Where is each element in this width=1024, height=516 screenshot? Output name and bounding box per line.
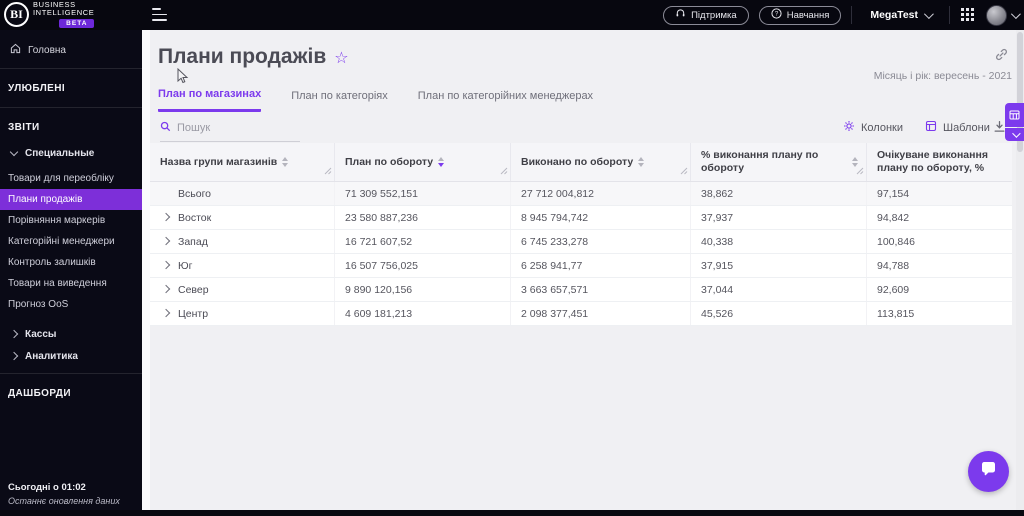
expand-row-icon[interactable] bbox=[161, 236, 171, 246]
sidebar-item-home[interactable]: Головна bbox=[0, 38, 142, 62]
table-header-row: Назва групи магазинів План по обороту Ви… bbox=[150, 143, 1012, 182]
chevron-down-icon bbox=[923, 8, 934, 19]
last-update-caption: Останнє оновлення даних bbox=[8, 496, 120, 506]
search-box bbox=[160, 119, 300, 142]
expand-row-icon[interactable] bbox=[161, 308, 171, 318]
chevron-right-icon bbox=[9, 329, 19, 339]
search-icon bbox=[160, 119, 171, 137]
sort-desc-icon[interactable] bbox=[438, 157, 445, 167]
brand-name-line2: INTELLIGENCE bbox=[33, 8, 95, 17]
sidebar-section-favorites[interactable]: УЛЮБЛЕНІ bbox=[0, 75, 142, 101]
training-button[interactable]: ? Навчання bbox=[758, 5, 842, 25]
resize-handle[interactable] bbox=[680, 166, 688, 179]
last-update-info: Сьогодні о 01:02 Останнє оновлення даних bbox=[8, 482, 120, 506]
column-header-percent-plan[interactable]: % виконання плану по обороту bbox=[691, 143, 867, 181]
chat-button[interactable] bbox=[968, 451, 1009, 492]
sidebar-group-analytics[interactable]: Аналитика bbox=[0, 345, 142, 367]
flyout-collapse-button[interactable] bbox=[1005, 128, 1024, 141]
favorite-star-icon[interactable]: ☆ bbox=[334, 48, 348, 67]
column-header-plan-turnover[interactable]: План по обороту bbox=[335, 143, 511, 181]
table-row[interactable]: Юг 16 507 756,025 6 258 941,77 37,915 94… bbox=[150, 254, 1012, 278]
last-update-time: Сьогодні о 01:02 bbox=[8, 482, 86, 493]
sidebar-item-report-selected[interactable]: Плани продажів bbox=[0, 189, 142, 210]
column-header-actual-turnover[interactable]: Виконано по обороту bbox=[511, 143, 691, 181]
headset-icon bbox=[675, 8, 686, 22]
expand-row-icon[interactable] bbox=[161, 212, 171, 222]
topbar: BI BUSINESS INTELLIGENCE BETA Підтримка … bbox=[0, 0, 1024, 30]
sidebar-group-kassy[interactable]: Кассы bbox=[0, 323, 142, 345]
sort-icon[interactable] bbox=[282, 157, 289, 167]
expand-row-icon[interactable] bbox=[161, 260, 171, 270]
view-flyout bbox=[1005, 103, 1024, 141]
brand-logo-icon: BI bbox=[4, 2, 29, 27]
column-header-expected-percent[interactable]: Очікуване виконання плану по обороту, % bbox=[867, 143, 1012, 181]
sidebar-item-report[interactable]: Порівняння маркерів bbox=[0, 210, 142, 231]
sidebar-item-report[interactable]: Товари для переобліку bbox=[0, 168, 142, 189]
sidebar-item-report[interactable]: Товари на виведення bbox=[0, 273, 142, 294]
chevron-right-icon bbox=[9, 351, 19, 361]
gear-icon bbox=[843, 120, 855, 135]
sidebar: Головна УЛЮБЛЕНІ ЗВІТИ Специальные Товар… bbox=[0, 30, 142, 516]
copy-link-icon[interactable] bbox=[995, 48, 1008, 64]
user-menu[interactable] bbox=[986, 4, 1021, 26]
scrollbar[interactable] bbox=[1016, 30, 1024, 510]
home-icon bbox=[10, 43, 21, 57]
table-row-total[interactable]: Всього 71 309 552,151 27 712 004,812 38,… bbox=[150, 182, 1012, 206]
period-label: Місяць і рік: вересень - 2021 bbox=[873, 70, 1012, 82]
tab-plan-by-category-managers[interactable]: План по категорійних менеджерах bbox=[418, 88, 593, 112]
chevron-down-icon bbox=[9, 147, 19, 156]
sidebar-toggle-icon[interactable] bbox=[152, 8, 167, 21]
resize-handle[interactable] bbox=[324, 166, 332, 179]
tab-plan-by-categories[interactable]: План по категоріях bbox=[291, 88, 388, 112]
table-row[interactable]: Север 9 890 120,156 3 663 657,571 37,044… bbox=[150, 278, 1012, 302]
sidebar-item-report[interactable]: Прогноз OoS bbox=[0, 294, 142, 315]
page-title: Плани продажів bbox=[158, 45, 327, 68]
avatar bbox=[986, 4, 1007, 26]
tab-plan-by-stores[interactable]: План по магазинах bbox=[158, 88, 262, 112]
plans-table: Назва групи магазинів План по обороту Ви… bbox=[150, 143, 1012, 326]
resize-handle[interactable] bbox=[856, 166, 864, 179]
sidebar-section-dashboards[interactable]: ДАШБОРДИ bbox=[0, 380, 142, 406]
sort-icon[interactable] bbox=[638, 157, 645, 167]
chevron-down-icon bbox=[1010, 8, 1021, 19]
table-row[interactable]: Восток 23 580 887,236 8 945 794,742 37,9… bbox=[150, 206, 1012, 230]
expand-row-icon[interactable] bbox=[161, 284, 171, 294]
svg-text:?: ? bbox=[774, 11, 778, 18]
column-header-store-group[interactable]: Назва групи магазинів bbox=[150, 143, 335, 181]
brand-logo[interactable]: BI BUSINESS INTELLIGENCE BETA bbox=[4, 1, 144, 29]
template-icon bbox=[925, 120, 937, 135]
sidebar-group-special[interactable]: Специальные bbox=[0, 142, 142, 164]
beta-badge: BETA bbox=[59, 19, 95, 28]
search-input[interactable] bbox=[177, 122, 287, 134]
chat-bubble-icon bbox=[979, 461, 998, 482]
apps-grid-icon[interactable] bbox=[960, 7, 976, 23]
columns-button[interactable]: Колонки bbox=[843, 120, 903, 135]
table-row[interactable]: Центр 4 609 181,213 2 098 377,451 45,526… bbox=[150, 302, 1012, 326]
resize-handle[interactable] bbox=[500, 166, 508, 179]
sidebar-item-report[interactable]: Контроль залишків bbox=[0, 252, 142, 273]
sidebar-section-reports[interactable]: ЗВІТИ bbox=[0, 114, 142, 140]
workspace-dropdown[interactable]: MegaTest bbox=[862, 8, 939, 21]
report-tabs: План по магазинах План по категоріях Пла… bbox=[158, 88, 593, 112]
table-row[interactable]: Запад 16 721 607,52 6 745 233,278 40,338… bbox=[150, 230, 1012, 254]
table-view-icon[interactable] bbox=[1005, 103, 1024, 127]
chevron-down-icon bbox=[1011, 128, 1021, 138]
support-button[interactable]: Підтримка bbox=[663, 5, 749, 25]
main-content: Плани продажів ☆ Місяць і рік: вересень … bbox=[150, 30, 1016, 510]
templates-button[interactable]: Шаблони bbox=[925, 120, 990, 135]
sidebar-item-report[interactable]: Категорійні менеджери bbox=[0, 231, 142, 252]
question-circle-icon: ? bbox=[771, 8, 782, 22]
